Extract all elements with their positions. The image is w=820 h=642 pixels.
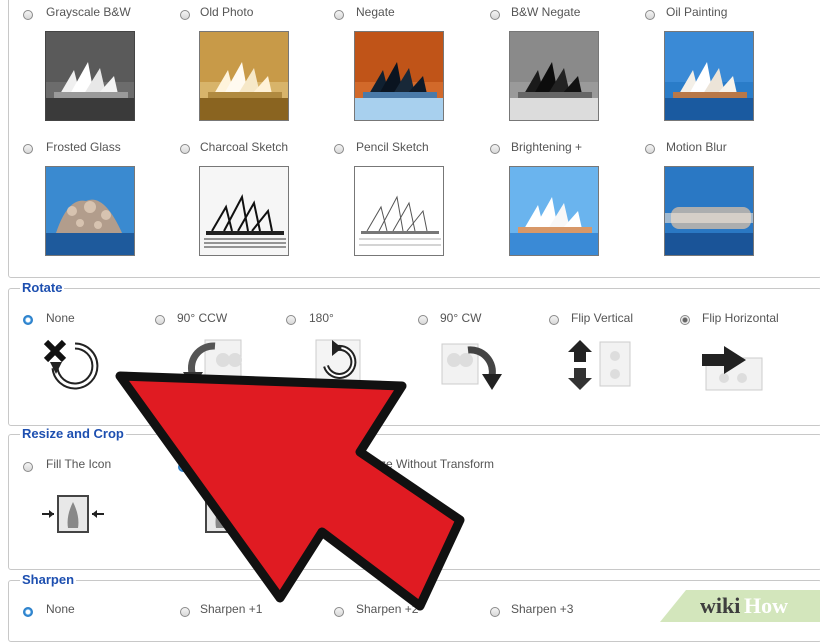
- rotate-cw-icon[interactable]: [440, 336, 510, 396]
- radio-pencil-sketch[interactable]: [334, 144, 344, 154]
- resize-panel: [8, 434, 820, 570]
- radio-rotate-none[interactable]: [23, 315, 33, 325]
- radio-flip-horizontal[interactable]: [680, 315, 690, 325]
- radio-motion-blur[interactable]: [645, 144, 655, 154]
- watermark-wiki: wiki: [700, 593, 741, 618]
- radio-sharpen-1[interactable]: [180, 607, 190, 617]
- sharpen-title: Sharpen: [20, 572, 77, 587]
- pencil-sketch-thumbnail[interactable]: [354, 166, 444, 256]
- oil-painting-thumbnail[interactable]: [664, 31, 754, 121]
- rotate-title: Rotate: [20, 280, 65, 295]
- wikihow-watermark: wiki How: [660, 588, 820, 622]
- radio-flip-vertical[interactable]: [549, 315, 559, 325]
- radio-fill-icon[interactable]: [23, 462, 33, 472]
- crop-icon[interactable]: [198, 486, 268, 546]
- brightening-thumbnail[interactable]: [509, 166, 599, 256]
- radio-rotate-180[interactable]: [286, 315, 296, 325]
- radio-sharpen-2[interactable]: [334, 607, 344, 617]
- flip-horizontal-icon[interactable]: [698, 336, 768, 396]
- fill-icon-icon[interactable]: [40, 486, 110, 546]
- flip-vertical-icon[interactable]: [566, 336, 636, 396]
- radio-sharpen-none[interactable]: [23, 607, 33, 617]
- radio-rotate-ccw[interactable]: [155, 315, 165, 325]
- radio-negate[interactable]: [334, 10, 344, 20]
- radio-oil-painting[interactable]: [645, 10, 655, 20]
- rotate-180-icon[interactable]: [308, 336, 378, 396]
- radio-crop[interactable]: [178, 462, 188, 472]
- resize-title: Resize and Crop: [20, 426, 126, 441]
- radio-grayscale[interactable]: [23, 10, 33, 20]
- radio-rotate-cw[interactable]: [418, 315, 428, 325]
- watermark-how: How: [744, 593, 788, 618]
- radio-bw-negate[interactable]: [490, 10, 500, 20]
- rotate-none-icon[interactable]: [40, 336, 110, 396]
- radio-sharpen-3[interactable]: [490, 607, 500, 617]
- radio-brightening[interactable]: [490, 144, 500, 154]
- radio-charcoal-sketch[interactable]: [180, 144, 190, 154]
- grayscale-thumbnail[interactable]: [45, 31, 135, 121]
- bw-negate-thumbnail[interactable]: [509, 31, 599, 121]
- radio-frosted-glass[interactable]: [23, 144, 33, 154]
- motion-blur-thumbnail[interactable]: [664, 166, 754, 256]
- radio-old-photo[interactable]: [180, 10, 190, 20]
- old-photo-thumbnail[interactable]: [199, 31, 289, 121]
- charcoal-sketch-thumbnail[interactable]: [199, 166, 289, 256]
- frosted-glass-thumbnail[interactable]: [45, 166, 135, 256]
- rotate-ccw-icon[interactable]: [175, 336, 245, 396]
- negate-thumbnail[interactable]: [354, 31, 444, 121]
